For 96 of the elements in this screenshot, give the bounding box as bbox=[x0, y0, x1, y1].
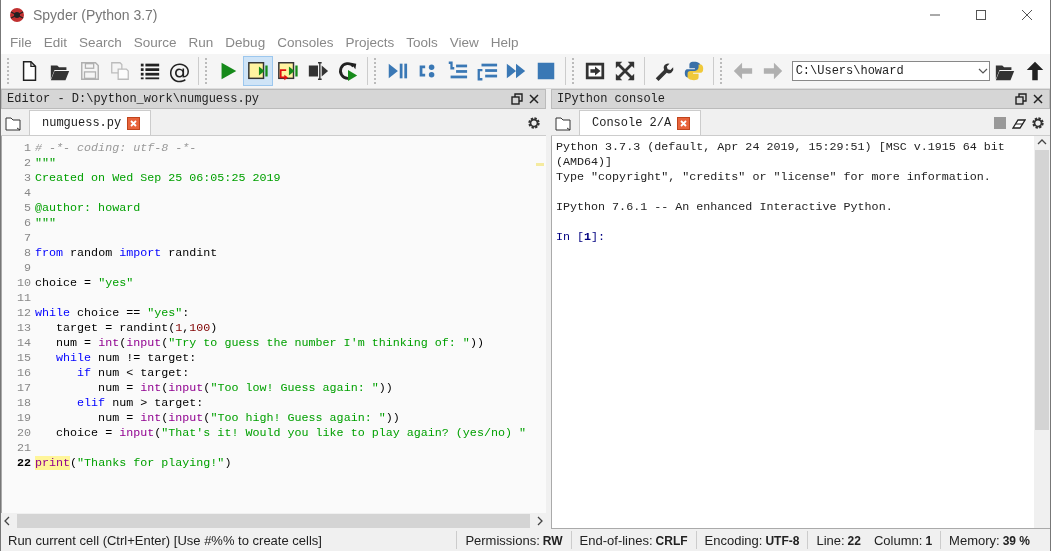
menu-item[interactable]: Edit bbox=[37, 34, 74, 50]
code-line: """ bbox=[35, 216, 57, 231]
menu-item[interactable]: Source bbox=[127, 34, 183, 50]
code-line: from random import randint bbox=[35, 246, 218, 261]
console-prompt: In [1]: bbox=[556, 230, 607, 245]
selection-arrow-icon bbox=[307, 60, 330, 82]
working-directory-field[interactable]: C:\Users\howard bbox=[791, 61, 991, 81]
line-number: 18 bbox=[15, 396, 32, 411]
line-number: 4 bbox=[23, 186, 32, 201]
line-number: 10 bbox=[15, 276, 32, 291]
line-number: 15 bbox=[15, 351, 32, 366]
code-line: # -*- coding: utf-8 -*- bbox=[35, 141, 197, 156]
line-number: 2 bbox=[23, 156, 32, 171]
code-line: choice = input("That's it! Would you like to play again? (yes/no) " bbox=[55, 426, 526, 441]
code-line: num = int(input("Try to guess the number I'm thinking of: ")) bbox=[55, 336, 484, 351]
code-line: num = int(input("Too high! Guess again: ")) bbox=[97, 411, 400, 426]
code-line: target = randint(1,100) bbox=[55, 321, 218, 336]
wrench-icon bbox=[653, 60, 676, 82]
code-line: while num != target: bbox=[55, 351, 197, 366]
file-tab[interactable]: Console 2/A bbox=[579, 110, 702, 135]
pane-title: Editor - D:\python_work\numguess.py bbox=[7, 92, 261, 106]
line-number: 5 bbox=[23, 201, 32, 216]
folder-icon[interactable] bbox=[555, 117, 571, 131]
status-message: Run current cell (Ctrl+Enter) [Use #%% to create cells] bbox=[7, 532, 323, 548]
window-title: Spyder (Python 3.7) bbox=[33, 7, 159, 23]
close-icon[interactable] bbox=[677, 116, 691, 130]
menu-item[interactable]: Tools bbox=[400, 34, 444, 50]
code-line: """ bbox=[35, 156, 57, 171]
cell-play-arrow-icon bbox=[277, 60, 300, 82]
floppy-disks-icon bbox=[108, 60, 131, 82]
close-icon[interactable] bbox=[528, 93, 540, 105]
status-field: Encoding: UTF-8 bbox=[704, 532, 800, 548]
line-number: 20 bbox=[15, 426, 32, 441]
settings-icon[interactable] bbox=[527, 116, 541, 130]
horizontal-scrollbar[interactable] bbox=[1, 513, 546, 529]
expand-arrows-icon bbox=[614, 60, 637, 82]
console-output: Type "copyright", "credits" or "license" for more information. bbox=[556, 170, 992, 185]
code-line: choice = "yes" bbox=[35, 276, 134, 291]
status-field: Permissions: RW bbox=[465, 532, 563, 548]
close-icon[interactable] bbox=[127, 116, 141, 130]
line-number: 13 bbox=[15, 321, 32, 336]
menu-item[interactable]: View bbox=[443, 34, 485, 50]
menu-item[interactable]: Consoles bbox=[271, 34, 340, 50]
code-line: num = int(input("Too low! Guess again: ")) bbox=[97, 381, 393, 396]
line-number: 19 bbox=[15, 411, 32, 426]
line-number: 9 bbox=[23, 261, 32, 276]
right-arrow-icon bbox=[761, 60, 784, 82]
menu-item[interactable]: Run bbox=[182, 34, 220, 50]
status-field: Line: 22 bbox=[816, 532, 861, 548]
status-field: Memory: 39 % bbox=[949, 532, 1030, 548]
pane-title: IPython console bbox=[557, 92, 667, 106]
logo-icon bbox=[9, 7, 25, 23]
status-field: Column: 1 bbox=[873, 532, 933, 548]
line-number: 14 bbox=[15, 336, 32, 351]
line-number: 22 bbox=[15, 456, 32, 471]
line-number: 16 bbox=[15, 366, 32, 381]
python-logo-icon bbox=[682, 60, 705, 82]
code-line: elif num > target: bbox=[76, 396, 204, 411]
file-tab[interactable]: numguess.py bbox=[29, 110, 152, 135]
line-number: 6 bbox=[23, 216, 32, 231]
line-number: 11 bbox=[15, 291, 32, 306]
line-number: 21 bbox=[15, 441, 32, 456]
code-line: print("Thanks for playing!") bbox=[35, 456, 232, 471]
maximize-icon bbox=[975, 9, 987, 21]
menu-item[interactable]: Help bbox=[484, 34, 525, 50]
line-number: 12 bbox=[15, 306, 32, 321]
scroll-flag bbox=[536, 163, 544, 166]
menu-item[interactable]: File bbox=[4, 34, 38, 50]
console-output: IPython 7.6.1 -- An enhanced Interactive Python. bbox=[556, 200, 894, 215]
menu-item[interactable]: Projects bbox=[339, 34, 401, 50]
menu-item[interactable]: Search bbox=[73, 34, 128, 50]
code-line: @author: howard bbox=[35, 201, 141, 216]
vertical-scrollbar[interactable] bbox=[1034, 136, 1050, 528]
close-icon bbox=[1021, 9, 1033, 21]
code-line: while choice == "yes": bbox=[35, 306, 190, 321]
line-number: 1 bbox=[23, 141, 32, 156]
settings-icon[interactable] bbox=[1031, 116, 1045, 130]
line-number: 3 bbox=[23, 171, 32, 186]
outline-button[interactable]: @ bbox=[164, 56, 195, 86]
menu-item[interactable]: Debug bbox=[219, 34, 272, 50]
cell-play-icon bbox=[247, 60, 270, 82]
line-number: 7 bbox=[23, 231, 32, 246]
undock-icon[interactable] bbox=[1015, 93, 1027, 105]
folder-icon[interactable] bbox=[5, 117, 21, 131]
code-line: if num < target: bbox=[76, 366, 190, 381]
close-icon[interactable] bbox=[1032, 93, 1044, 105]
run-cell-button[interactable] bbox=[243, 56, 274, 86]
eraser-icon[interactable] bbox=[1012, 116, 1026, 130]
console-output: Python 3.7.3 (default, Apr 24 2019, 15:29:51) [MSC v.1915 64 bit (AMD64)] bbox=[556, 140, 1006, 170]
undock-icon[interactable] bbox=[511, 93, 523, 105]
line-number: 8 bbox=[23, 246, 32, 261]
circular-arrow-play-icon bbox=[337, 60, 359, 82]
left-arrow-icon bbox=[731, 60, 754, 82]
code-line: Created on Wed Sep 25 06:05:25 2019 bbox=[35, 171, 281, 186]
line-number: 17 bbox=[15, 381, 32, 396]
status-field: End-of-lines: CRLF bbox=[579, 532, 688, 548]
